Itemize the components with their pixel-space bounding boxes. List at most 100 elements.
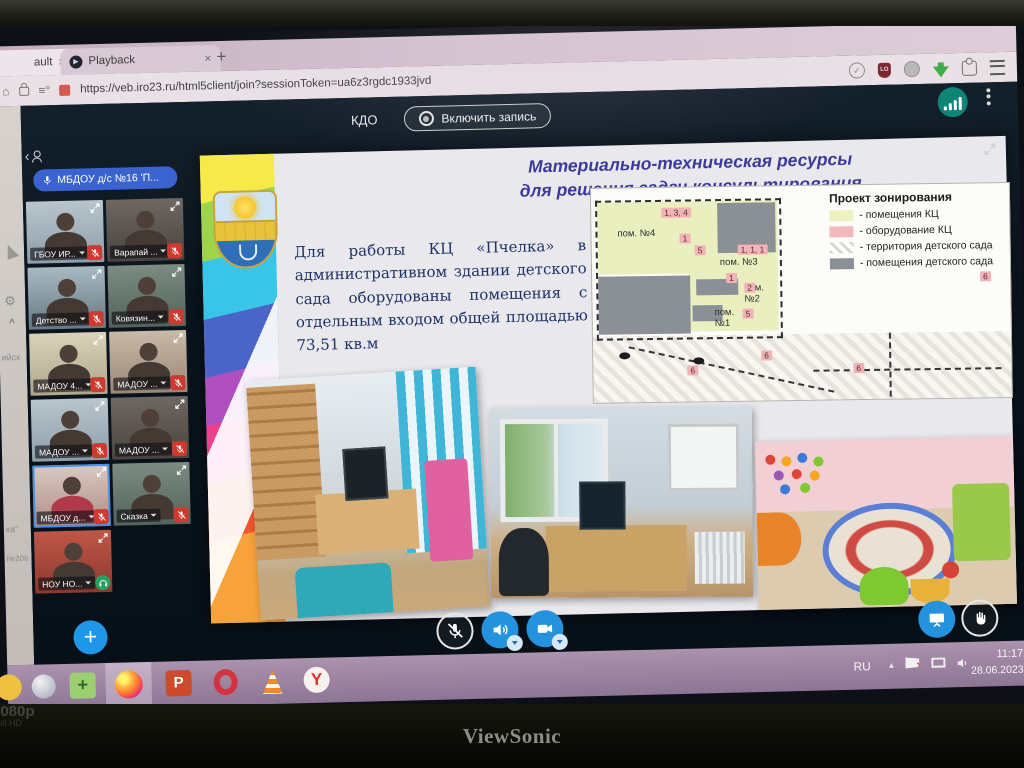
mic-muted-icon [94, 445, 104, 455]
mic-status-badge [173, 507, 188, 522]
fullscreen-icon[interactable] [94, 400, 106, 412]
photo-playroom-desk [246, 367, 491, 621]
app-top-bar: КДО Включить запись [351, 103, 552, 133]
participant-video-tile[interactable]: МБДОУ д... [32, 464, 110, 528]
menu-hamburger-icon[interactable] [990, 59, 1005, 74]
floor-plan-legend: Проект зонирования - помещения КЦ- обору… [827, 187, 1008, 278]
participant-name-label[interactable]: ГБОУ ИР... [30, 246, 89, 260]
tray-chevron-icon[interactable]: ▲ [887, 661, 895, 670]
participant-name-label[interactable]: НОУ НО... [38, 576, 95, 590]
fullscreen-icon[interactable] [175, 464, 187, 476]
download-helper-icon[interactable] [933, 66, 949, 77]
legend-title: Проект зонирования [829, 189, 1007, 205]
participant-name-label[interactable]: Сказка [116, 509, 161, 523]
legend-item: - помещения КЦ [829, 207, 1007, 222]
taskbar-vlc-icon[interactable] [259, 670, 286, 695]
globe-extension-icon[interactable] [904, 61, 920, 77]
equipment-marker: 1, 1, 1 [738, 244, 768, 255]
shield-check-icon[interactable]: ✓ [849, 62, 865, 78]
fullscreen-icon[interactable] [174, 398, 186, 410]
legend-swatch [829, 226, 853, 237]
participant-name-label[interactable]: Ковязин... [112, 310, 168, 324]
fullscreen-icon[interactable] [95, 466, 107, 478]
fullscreen-icon[interactable] [170, 266, 182, 278]
language-indicator[interactable]: RU [853, 659, 871, 673]
participant-video-tile[interactable]: Детство ... [27, 266, 105, 330]
headphones-icon [98, 577, 108, 587]
mic-status-badge [87, 245, 102, 260]
speaker-icon [490, 620, 509, 639]
lock-icon[interactable] [19, 86, 29, 95]
mute-microphone-button[interactable] [436, 612, 474, 650]
new-tab-button[interactable]: + [216, 47, 226, 67]
action-center-flag-icon[interactable]: ✕ [905, 657, 919, 668]
chevron-down-icon [151, 514, 157, 517]
taskbar-yandex-icon[interactable]: Y [303, 667, 330, 694]
home-icon[interactable]: ⌂ [2, 84, 10, 98]
mic-muted-icon [174, 444, 184, 454]
room-label: пом. №4 [617, 228, 655, 240]
options-menu-icon[interactable]: ••• [983, 88, 993, 107]
participant-name-label[interactable]: МБДОУ д... [36, 510, 98, 525]
participant-video-tile[interactable]: МАДОУ ... [31, 398, 109, 462]
presentation-fullscreen-icon[interactable] [983, 142, 997, 156]
browser-tab-playback[interactable]: ▶ Playback × [60, 45, 221, 75]
network-icon[interactable] [931, 658, 945, 668]
adblock-shield-icon[interactable]: LO [878, 62, 891, 77]
participant-name-label[interactable]: МАДОУ ... [35, 444, 92, 458]
participant-name-label[interactable]: Детство ... [32, 312, 90, 326]
chevron-down-icon [160, 381, 166, 384]
equipment-marker: 6 [687, 365, 698, 375]
mic-muted-icon [176, 510, 186, 520]
taskbar-clock[interactable]: 11:17 28.06.2023 [965, 646, 1024, 680]
fullscreen-icon[interactable] [169, 200, 181, 212]
participant-video-tile[interactable]: МАДОУ ... [109, 330, 187, 394]
extensions-puzzle-icon[interactable] [962, 60, 977, 75]
equipment-marker: 1 [679, 233, 690, 243]
talking-indicator[interactable]: МБДОУ д/с №16 'П... [33, 166, 177, 192]
fullscreen-icon[interactable] [92, 334, 104, 346]
participant-name-label[interactable]: МАДОУ ... [115, 442, 172, 456]
fullscreen-icon[interactable] [97, 532, 109, 544]
taskbar-opera-icon[interactable] [213, 669, 238, 696]
participant-video-tile[interactable]: МАДОУ ... [111, 396, 189, 460]
userlist-toggle-button[interactable]: ‹ [25, 147, 42, 163]
taskbar-powerpoint-icon[interactable]: P [165, 670, 192, 697]
person-icon [31, 150, 41, 160]
mic-muted-icon [169, 246, 179, 256]
presentation-button[interactable] [918, 600, 956, 638]
monitor-brand-logo: ViewSonic [0, 724, 1024, 749]
participant-video-tile[interactable]: НОУ НО... [34, 530, 112, 594]
chevron-down-icon [85, 581, 91, 584]
close-tab-icon[interactable]: × [204, 52, 211, 64]
raise-hand-button[interactable] [961, 599, 999, 637]
legend-swatch [830, 242, 854, 253]
floor-plan: пом. №4 пом. №3 пом. №2 пом. №1 Проект з… [590, 182, 1013, 404]
participant-video-tile[interactable]: Сказка [112, 462, 190, 526]
webcam-button[interactable] [526, 610, 564, 648]
taskbar-firefox-active[interactable] [105, 662, 152, 704]
tracking-shield-icon[interactable]: ≡° [38, 83, 50, 97]
fullscreen-icon[interactable] [172, 332, 184, 344]
fullscreen-icon[interactable] [91, 268, 103, 280]
participant-video-tile[interactable]: Ковязин... [107, 264, 185, 328]
mic-status-badge [172, 441, 187, 456]
slide-body-text: Для работы КЦ «Пчелка» в административно… [294, 234, 589, 357]
taskbar-app-icon[interactable] [0, 674, 22, 701]
participant-video-tile[interactable]: ГБОУ ИР... [26, 200, 104, 264]
fullscreen-icon[interactable] [89, 202, 101, 214]
participant-name-label[interactable]: МАДОУ 4... [33, 378, 95, 393]
taskbar-app-icon[interactable] [31, 674, 56, 699]
participant-name-label[interactable]: Варапай ... [110, 244, 171, 258]
participant-name-label[interactable]: МАДОУ ... [113, 376, 170, 390]
taskbar-app-icon[interactable]: + [69, 672, 96, 699]
presentation-slide[interactable]: Материально-техническая ресурсы для реше… [200, 136, 1017, 624]
participant-video-tile[interactable]: МАДОУ 4... [29, 332, 107, 396]
chevron-left-icon: ‹ [25, 148, 30, 164]
mic-muted-icon [445, 621, 464, 640]
time: 11:17 [965, 646, 1023, 664]
right-action-bar [918, 599, 999, 638]
audio-button[interactable] [481, 611, 519, 649]
start-recording-button[interactable]: Включить запись [403, 103, 551, 132]
participant-video-tile[interactable]: Варапай ... [106, 198, 184, 262]
